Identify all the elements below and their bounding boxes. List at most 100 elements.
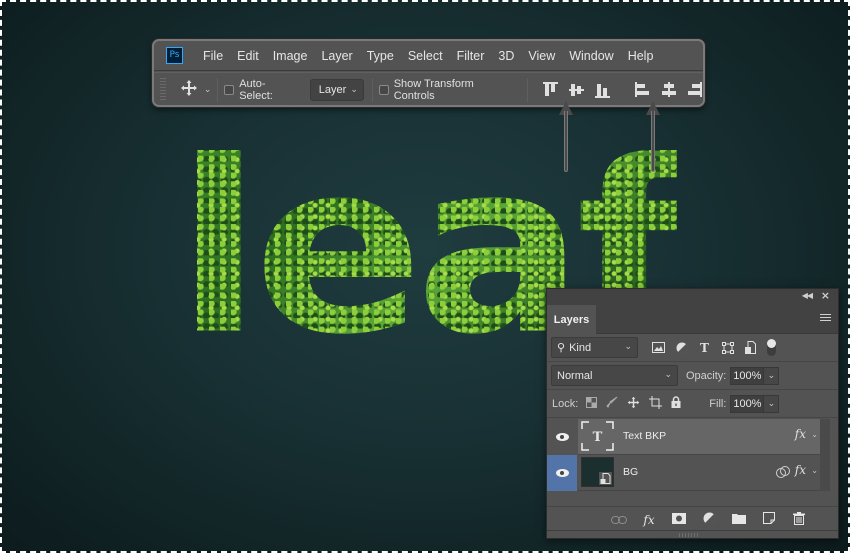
expand-effects-chevron-icon[interactable]: ⌄ <box>811 466 818 475</box>
eye-icon <box>555 433 569 441</box>
fill-dropdown-icon[interactable]: ⌄ <box>764 394 780 413</box>
filter-kind-value: Kind <box>569 341 592 354</box>
chevron-down-icon: ⌄ <box>350 84 358 94</box>
menu-view[interactable]: View <box>521 49 562 63</box>
layer-name[interactable]: BG <box>623 466 638 478</box>
adjustment-filter-icon[interactable] <box>675 341 688 354</box>
lock-image-pixels-icon[interactable] <box>606 396 618 411</box>
menu-window[interactable]: Window <box>562 49 620 63</box>
layer-body[interactable]: BG fx ⌄ <box>578 455 820 491</box>
options-bar-grip[interactable] <box>160 77 166 102</box>
lock-all-icon[interactable] <box>671 396 681 411</box>
fill-label: Fill: <box>709 397 727 410</box>
photoshop-logo: Ps <box>166 47 183 64</box>
layer-row-text-bkp[interactable]: T Text BKP fx ⌄ <box>547 419 820 455</box>
layers-panel: ◀◀ × Layers ⚲ Kind ⌄ T Normal ⌄ Opacity:… <box>546 288 839 539</box>
align-right-edges-icon[interactable] <box>686 81 703 98</box>
show-transform-label: Show Transform Controls <box>393 77 474 102</box>
panel-bottom-toolbar: fx <box>547 506 838 532</box>
opacity-label: Opacity: <box>686 369 727 382</box>
lock-artboard-icon[interactable] <box>649 395 663 412</box>
opacity-value[interactable]: 100% <box>730 366 765 385</box>
chevron-down-icon: ⌄ <box>624 341 632 351</box>
new-group-icon[interactable] <box>730 513 748 527</box>
search-icon: ⚲ <box>557 342 566 354</box>
align-buttons-group <box>542 81 703 98</box>
menu-bar: Ps File Edit Image Layer Type Select Fil… <box>154 41 703 71</box>
visibility-toggle[interactable] <box>547 419 577 455</box>
fill-field[interactable]: 100% ⌄ <box>730 394 780 413</box>
menu-help[interactable]: Help <box>621 49 661 63</box>
tool-preset-chevron-icon[interactable]: ⌄ <box>204 85 212 95</box>
lock-position-icon[interactable] <box>627 396 640 412</box>
bg-layer-thumbnail <box>581 457 614 487</box>
visibility-toggle[interactable] <box>547 455 577 491</box>
collapse-panel-icon[interactable]: ◀◀ <box>802 291 813 300</box>
link-layers-icon[interactable] <box>610 513 628 527</box>
new-layer-icon[interactable] <box>760 512 778 527</box>
auto-select-label: Auto-Select: <box>239 77 273 102</box>
align-left-edges-icon[interactable] <box>634 81 651 98</box>
menu-type[interactable]: Type <box>360 49 401 63</box>
chevron-down-icon: ⌄ <box>664 369 672 379</box>
fill-value[interactable]: 100% <box>730 394 765 413</box>
opacity-dropdown-icon[interactable]: ⌄ <box>764 366 780 385</box>
auto-select-target-value: Layer <box>318 83 347 96</box>
tab-layers[interactable]: Layers <box>547 305 596 334</box>
arrow-pointer-horizontal-centers <box>646 101 660 172</box>
lock-transparent-pixels-icon[interactable] <box>586 396 598 411</box>
menu-3d[interactable]: 3D <box>491 49 521 63</box>
close-icon[interactable]: × <box>821 289 830 302</box>
lock-label: Lock: <box>552 397 579 410</box>
blending-options-icon[interactable] <box>776 464 790 483</box>
align-top-edges-icon[interactable] <box>542 81 559 98</box>
filter-toggle[interactable] <box>767 339 776 356</box>
panel-title-bar[interactable]: ◀◀ × <box>547 289 838 305</box>
layers-scrollbar[interactable] <box>820 419 830 491</box>
panel-menu-icon[interactable] <box>820 314 831 323</box>
delete-layer-icon[interactable] <box>790 511 808 528</box>
filter-kind-dropdown[interactable]: ⚲ Kind ⌄ <box>551 337 638 358</box>
lock-icons <box>586 395 681 412</box>
blend-mode-dropdown[interactable]: Normal ⌄ <box>551 365 678 386</box>
move-tool-icon[interactable] <box>180 79 198 100</box>
type-filter-icon[interactable]: T <box>698 341 711 355</box>
align-horizontal-centers-icon[interactable] <box>660 81 677 98</box>
align-vertical-centers-icon[interactable] <box>568 81 585 98</box>
opacity-field[interactable]: 100% ⌄ <box>730 366 780 385</box>
photoshop-toolbar-window: Ps File Edit Image Layer Type Select Fil… <box>152 39 705 107</box>
eye-icon <box>555 469 569 477</box>
auto-select-target-dropdown[interactable]: Layer ⌄ <box>309 78 364 101</box>
new-fill-adjustment-icon[interactable] <box>700 512 718 528</box>
auto-select-checkbox[interactable] <box>224 84 235 95</box>
menu-filter[interactable]: Filter <box>450 49 492 63</box>
panel-resize-grip[interactable] <box>547 530 838 538</box>
divider <box>371 77 373 102</box>
menu-select[interactable]: Select <box>401 49 450 63</box>
expand-effects-chevron-icon[interactable]: ⌄ <box>811 430 818 439</box>
align-bottom-edges-icon[interactable] <box>594 81 611 98</box>
pixel-filter-icon[interactable] <box>652 341 665 354</box>
filter-row: ⚲ Kind ⌄ T <box>547 334 838 362</box>
panel-tab-row: Layers <box>547 305 838 334</box>
layer-name[interactable]: Text BKP <box>623 430 666 442</box>
smart-object-filter-icon[interactable] <box>744 341 757 354</box>
layer-effects-icon[interactable]: fx <box>795 427 806 441</box>
layer-body[interactable]: T Text BKP fx ⌄ <box>578 419 820 455</box>
layer-effects-icon[interactable]: fx <box>795 463 806 477</box>
smart-object-badge-icon <box>599 472 612 485</box>
shape-filter-icon[interactable] <box>721 341 734 354</box>
menu-image[interactable]: Image <box>266 49 315 63</box>
divider <box>217 77 219 102</box>
menu-edit[interactable]: Edit <box>230 49 266 63</box>
add-layer-style-icon[interactable]: fx <box>640 513 658 527</box>
options-bar: ⌄ Auto-Select: Layer ⌄ Show Transform Co… <box>154 72 703 106</box>
layer-row-bg[interactable]: BG fx ⌄ <box>547 455 820 491</box>
add-mask-icon[interactable] <box>670 512 688 527</box>
text-layer-thumbnail: T <box>581 421 614 451</box>
arrow-pointer-vertical-centers <box>559 101 573 172</box>
menu-layer[interactable]: Layer <box>314 49 359 63</box>
show-transform-checkbox[interactable] <box>378 84 389 95</box>
svg-text:T: T <box>593 430 603 445</box>
menu-file[interactable]: File <box>196 49 230 63</box>
